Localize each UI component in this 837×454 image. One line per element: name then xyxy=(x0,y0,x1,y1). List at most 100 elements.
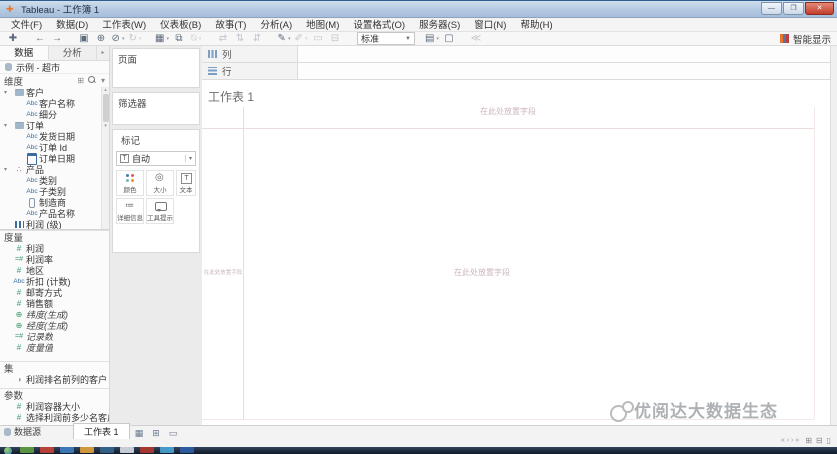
datasource-tab[interactable]: 数据源 xyxy=(4,425,49,439)
show-me-button[interactable]: 智能显示 xyxy=(779,32,831,46)
canvas-scroll-strip[interactable] xyxy=(830,46,837,425)
columns-shelf[interactable]: 列 xyxy=(202,46,830,63)
windows-taskbar[interactable] xyxy=(0,447,837,454)
menu-item[interactable]: 服务器(S) xyxy=(412,19,467,32)
filters-shelf[interactable]: 筛选器 xyxy=(112,92,200,125)
show-hide-cards-button[interactable]: ▤ xyxy=(425,32,439,45)
expander-icon[interactable]: ▾ xyxy=(4,166,12,173)
parameter-field[interactable]: 选择利润前多少名客户 xyxy=(0,412,109,423)
menu-item[interactable]: 仪表板(B) xyxy=(153,19,208,32)
sort-ascending-button[interactable]: ⇅ xyxy=(233,32,247,45)
columns-icon xyxy=(208,50,217,58)
menu-item[interactable]: 分析(A) xyxy=(253,19,299,32)
tab-nav-icons[interactable]: « ‹ › » xyxy=(781,437,799,444)
save-button[interactable]: ▣ xyxy=(77,32,91,45)
sheet-view[interactable]: 工作表 1 在此处放置字段 在此处放置字段 在此处放置字段 xyxy=(202,80,830,425)
rows-shelf-area[interactable] xyxy=(298,63,830,79)
show-sorter-icon[interactable]: ▯ xyxy=(827,436,831,445)
menu-item[interactable]: 数据(D) xyxy=(49,19,95,32)
start-orb-icon[interactable] xyxy=(4,447,12,454)
clear-sheet-button[interactable]: ⍉ xyxy=(189,32,203,45)
columns-shelf-label: 列 xyxy=(202,46,298,62)
taskbar-app-icon[interactable] xyxy=(80,447,94,453)
menu-item[interactable]: 文件(F) xyxy=(4,19,49,32)
highlight-button[interactable]: ✎ xyxy=(277,32,291,45)
close-button[interactable]: ✕ xyxy=(805,2,834,15)
worksheet-tab[interactable]: 工作表 1 xyxy=(73,423,130,439)
taskbar-app-icon[interactable] xyxy=(140,447,154,453)
rows-shelf[interactable]: 行 xyxy=(202,63,830,80)
taskbar-app-icon[interactable] xyxy=(20,447,34,453)
menu-item[interactable]: 地图(M) xyxy=(299,19,346,32)
dimension-field[interactable]: 细分 xyxy=(0,109,101,120)
menu-item[interactable]: 设置格式(O) xyxy=(346,19,412,32)
expander-icon[interactable]: ▾ xyxy=(4,89,12,96)
view-data-grid-icon[interactable]: ⊞ xyxy=(77,76,84,85)
expander-icon[interactable]: ▾ xyxy=(4,122,12,129)
taskbar-app-icon[interactable] xyxy=(100,447,114,453)
taskbar-app-icon[interactable] xyxy=(180,447,194,453)
pane-menu-icon[interactable]: ▾ xyxy=(101,76,105,85)
tab-analytics[interactable]: 分析 xyxy=(49,46,97,60)
menu-item[interactable]: 故事(T) xyxy=(208,19,253,32)
refresh-button[interactable]: ↻ xyxy=(128,32,142,45)
parameters-list: 利润容器大小 选择利润前多少名客户 xyxy=(0,401,109,423)
undo-button[interactable]: ← xyxy=(33,32,47,45)
menu-item[interactable]: 帮助(H) xyxy=(513,19,559,32)
fit-mode-select[interactable]: 标准 ▼ xyxy=(357,32,415,45)
minimize-button[interactable]: — xyxy=(761,2,782,15)
measure-field[interactable]: 度量值 xyxy=(0,342,109,353)
measure-field[interactable]: 邮寄方式 xyxy=(0,287,109,298)
set-field[interactable]: 利润排名前列的客户 xyxy=(0,374,109,385)
mark-labels-button[interactable]: ▭ xyxy=(311,32,325,45)
mark-type-select[interactable]: T 自动 ▾ xyxy=(116,151,196,166)
swap-axes-button[interactable]: ⇄ xyxy=(216,32,230,45)
maximize-button[interactable]: ❐ xyxy=(783,2,804,15)
duplicate-sheet-button[interactable]: ⧉ xyxy=(172,32,186,45)
text-button[interactable]: 文本 xyxy=(176,170,196,196)
presentation-mode-button[interactable]: ▢ xyxy=(442,32,456,45)
taskbar-app-icon[interactable] xyxy=(120,447,134,453)
measure-field[interactable]: 利润率 xyxy=(0,254,109,265)
show-filmstrip-icon[interactable]: ⊟ xyxy=(816,436,823,445)
menu-item[interactable]: 工作表(W) xyxy=(95,19,153,32)
sort-descending-button[interactable]: ⇵ xyxy=(250,32,264,45)
dimensions-scrollbar[interactable]: ▴ ▾ xyxy=(101,87,109,229)
format-button[interactable]: ✐ xyxy=(294,32,308,45)
tooltip-button[interactable]: 工具提示 xyxy=(146,198,174,224)
taskbar-app-icon[interactable] xyxy=(160,447,174,453)
taskbar-app-icon[interactable] xyxy=(40,447,54,453)
new-worksheet-button[interactable]: ▦ xyxy=(155,32,169,45)
field-type-icon xyxy=(25,132,39,142)
fit-axes-button[interactable]: ⊟ xyxy=(328,32,342,45)
mark-type-icon: T xyxy=(120,154,129,163)
share-button[interactable]: ≪ xyxy=(469,32,483,45)
menu-item[interactable]: 窗口(N) xyxy=(467,19,513,32)
taskbar-app-icon[interactable] xyxy=(60,447,74,453)
size-button[interactable]: 大小 xyxy=(146,170,174,196)
dropzone-divider xyxy=(243,107,244,419)
start-page-button[interactable]: ✚ xyxy=(6,32,20,45)
measure-field[interactable]: 经度(生成) xyxy=(0,320,109,331)
pause-updates-button[interactable]: ⊘ xyxy=(111,32,125,45)
tab-data[interactable]: 数据 xyxy=(0,46,49,60)
color-button[interactable]: 颜色 xyxy=(116,170,144,196)
measure-field[interactable]: 利润 xyxy=(0,243,109,254)
new-datasource-button[interactable]: ⊕ xyxy=(94,32,108,45)
dimension-field[interactable]: 利润 (级) xyxy=(0,219,101,229)
search-icon[interactable] xyxy=(87,76,97,85)
collapse-pane-icon[interactable]: ▸ xyxy=(97,46,109,60)
measure-field[interactable]: 记录数 xyxy=(0,331,109,342)
pages-shelf[interactable]: 页面 xyxy=(112,48,200,88)
redo-button[interactable]: → xyxy=(50,32,64,45)
new-story-tab-button[interactable]: ▭ xyxy=(166,427,181,439)
show-tabs-icon[interactable]: ⊞ xyxy=(805,436,812,445)
marks-button-icon xyxy=(124,200,136,212)
datasource-item[interactable]: 示例 - 超市 xyxy=(0,61,109,74)
new-worksheet-tab-button[interactable]: ▦ xyxy=(132,427,147,439)
toolbar-right-buttons: ▤▢ ≪ xyxy=(425,32,486,45)
columns-shelf-area[interactable] xyxy=(298,46,830,62)
detail-button[interactable]: 详细信息 xyxy=(116,198,144,224)
dimension-field[interactable]: 订单日期 xyxy=(0,153,101,164)
new-dashboard-tab-button[interactable]: ⊞ xyxy=(149,427,164,439)
